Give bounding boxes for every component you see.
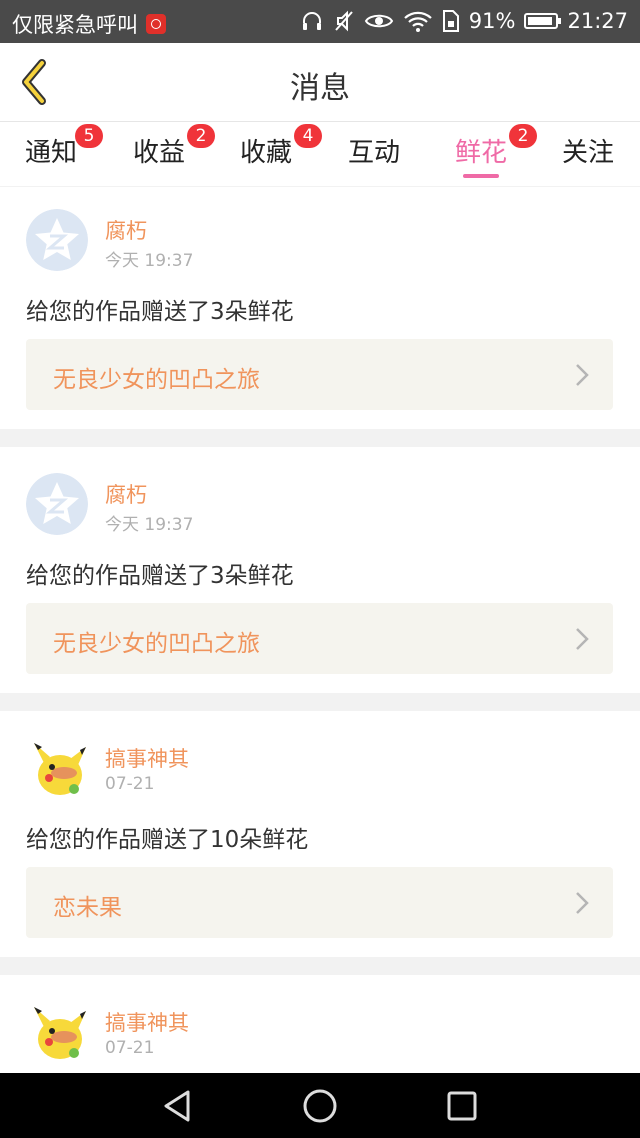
user-avatar[interactable] <box>26 737 88 799</box>
recents-square-icon <box>447 1091 477 1121</box>
app-header: 消息 <box>0 43 640 122</box>
user-name[interactable]: 腐朽 <box>105 479 147 509</box>
work-link[interactable]: 恋未果 <box>26 867 613 938</box>
work-link[interactable]: 无良少女的凹凸之旅 <box>26 339 613 410</box>
tab-earnings[interactable]: 收益 2 <box>133 124 216 182</box>
headphones-icon <box>300 9 324 33</box>
tab-badge: 5 <box>75 124 104 148</box>
chevron-right-icon <box>576 364 589 386</box>
message-card: 搞事神其 07-21 给您的作品赠送了10朵鲜花 恋未果 <box>0 711 640 957</box>
tab-flowers[interactable]: 鲜花 2 <box>455 124 538 182</box>
tab-label: 收益 <box>133 138 186 168</box>
message-time: 今天 19:37 <box>105 515 194 535</box>
user-name[interactable]: 搞事神其 <box>105 743 189 773</box>
chevron-right-icon <box>576 892 589 914</box>
work-title: 无良少女的凹凸之旅 <box>53 631 260 657</box>
battery-percent: 91% <box>468 9 516 33</box>
chevron-right-icon <box>576 628 589 650</box>
back-nav-button[interactable] <box>160 1088 196 1128</box>
tab-label: 关注 <box>562 138 615 168</box>
page-title: 消息 <box>290 71 350 106</box>
user-name[interactable]: 搞事神其 <box>105 1007 189 1037</box>
tab-label: 收藏 <box>240 138 293 168</box>
active-tab-indicator <box>463 174 500 178</box>
tab-favorites[interactable]: 收藏 4 <box>240 124 323 182</box>
message-text: 给您的作品赠送了10朵鲜花 <box>26 827 309 853</box>
tab-following[interactable]: 关注 <box>562 132 614 182</box>
tab-badge: 2 <box>509 124 538 148</box>
back-triangle-icon <box>164 1090 190 1122</box>
message-card: 腐朽 今天 19:37 给您的作品赠送了3朵鲜花 无良少女的凹凸之旅 <box>0 187 640 429</box>
status-bar: 仅限紧急呼叫 91% 21:27 <box>0 0 640 43</box>
user-name[interactable]: 腐朽 <box>105 215 147 245</box>
tab-label: 互动 <box>348 138 401 168</box>
recents-nav-button[interactable] <box>444 1088 480 1128</box>
pikachu-avatar-icon <box>34 743 86 795</box>
tab-label: 通知 <box>25 138 78 168</box>
work-title: 恋未果 <box>53 895 122 921</box>
user-avatar[interactable] <box>26 473 88 535</box>
netease-app-icon <box>146 14 166 34</box>
sim-icon <box>442 9 460 33</box>
message-text: 给您的作品赠送了3朵鲜花 <box>26 299 294 325</box>
clock: 21:27 <box>567 9 628 33</box>
battery-icon <box>524 13 562 29</box>
tab-notice[interactable]: 通知 5 <box>25 124 104 182</box>
tab-badge: 2 <box>187 124 216 148</box>
default-star-avatar-icon <box>26 473 88 535</box>
message-card: 搞事神其 07-21 <box>0 975 640 1073</box>
message-text: 给您的作品赠送了3朵鲜花 <box>26 563 294 589</box>
wifi-icon <box>403 9 433 33</box>
tab-interaction[interactable]: 互动 <box>348 132 400 182</box>
mute-icon <box>333 9 355 33</box>
work-link[interactable]: 无良少女的凹凸之旅 <box>26 603 613 674</box>
message-card: 腐朽 今天 19:37 给您的作品赠送了3朵鲜花 无良少女的凹凸之旅 <box>0 447 640 693</box>
pikachu-avatar-icon <box>34 1007 86 1059</box>
default-star-avatar-icon <box>26 209 88 271</box>
user-avatar[interactable] <box>26 209 88 271</box>
eye-icon <box>364 9 394 33</box>
user-avatar[interactable] <box>26 1001 88 1063</box>
tab-bar: 通知 5 收益 2 收藏 4 互动 鲜花 2 关注 <box>0 122 640 186</box>
carrier-text: 仅限紧急呼叫 <box>12 13 138 37</box>
system-nav-bar <box>0 1073 640 1138</box>
home-nav-button[interactable] <box>302 1088 338 1128</box>
home-circle-icon <box>303 1089 337 1123</box>
work-title: 无良少女的凹凸之旅 <box>53 367 260 393</box>
message-time: 07-21 <box>105 774 155 794</box>
message-time: 07-21 <box>105 1038 155 1058</box>
tab-badge: 4 <box>294 124 323 148</box>
message-time: 今天 19:37 <box>105 251 194 271</box>
tab-label: 鲜花 <box>455 138 508 168</box>
